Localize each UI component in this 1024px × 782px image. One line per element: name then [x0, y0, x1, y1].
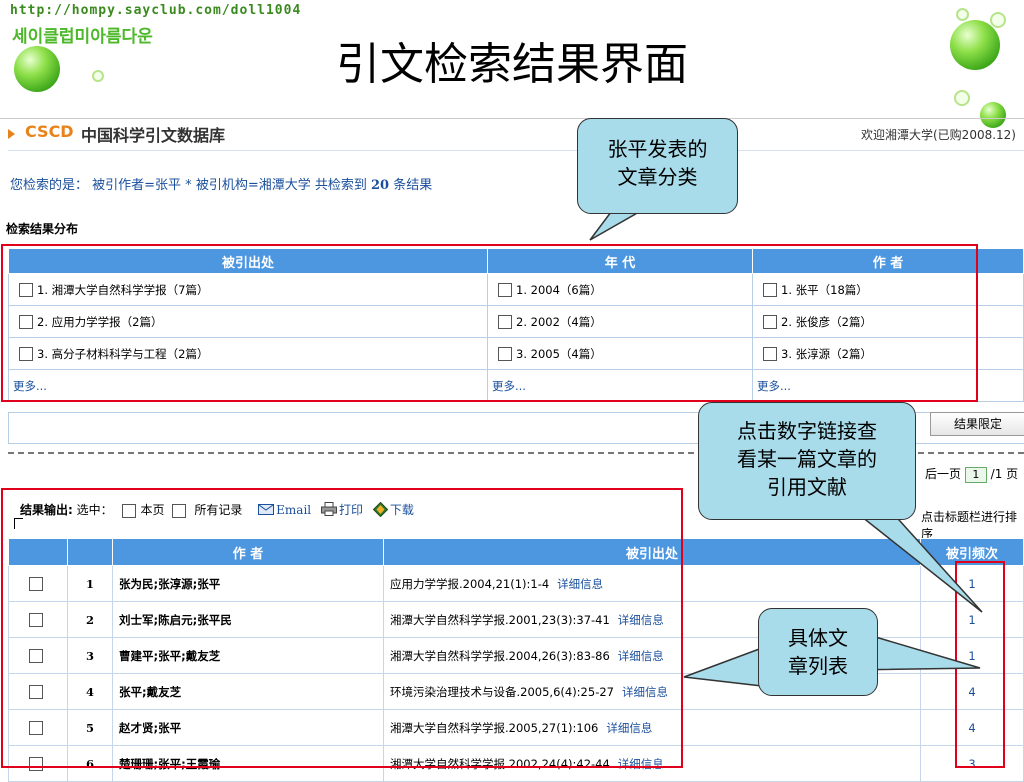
callout-list: 具体文 章列表	[758, 608, 878, 696]
callout-citation: 点击数字链接查 看某一篇文章的 引用文献	[698, 402, 916, 520]
callout-category: 张平发表的 文章分类	[577, 118, 738, 214]
